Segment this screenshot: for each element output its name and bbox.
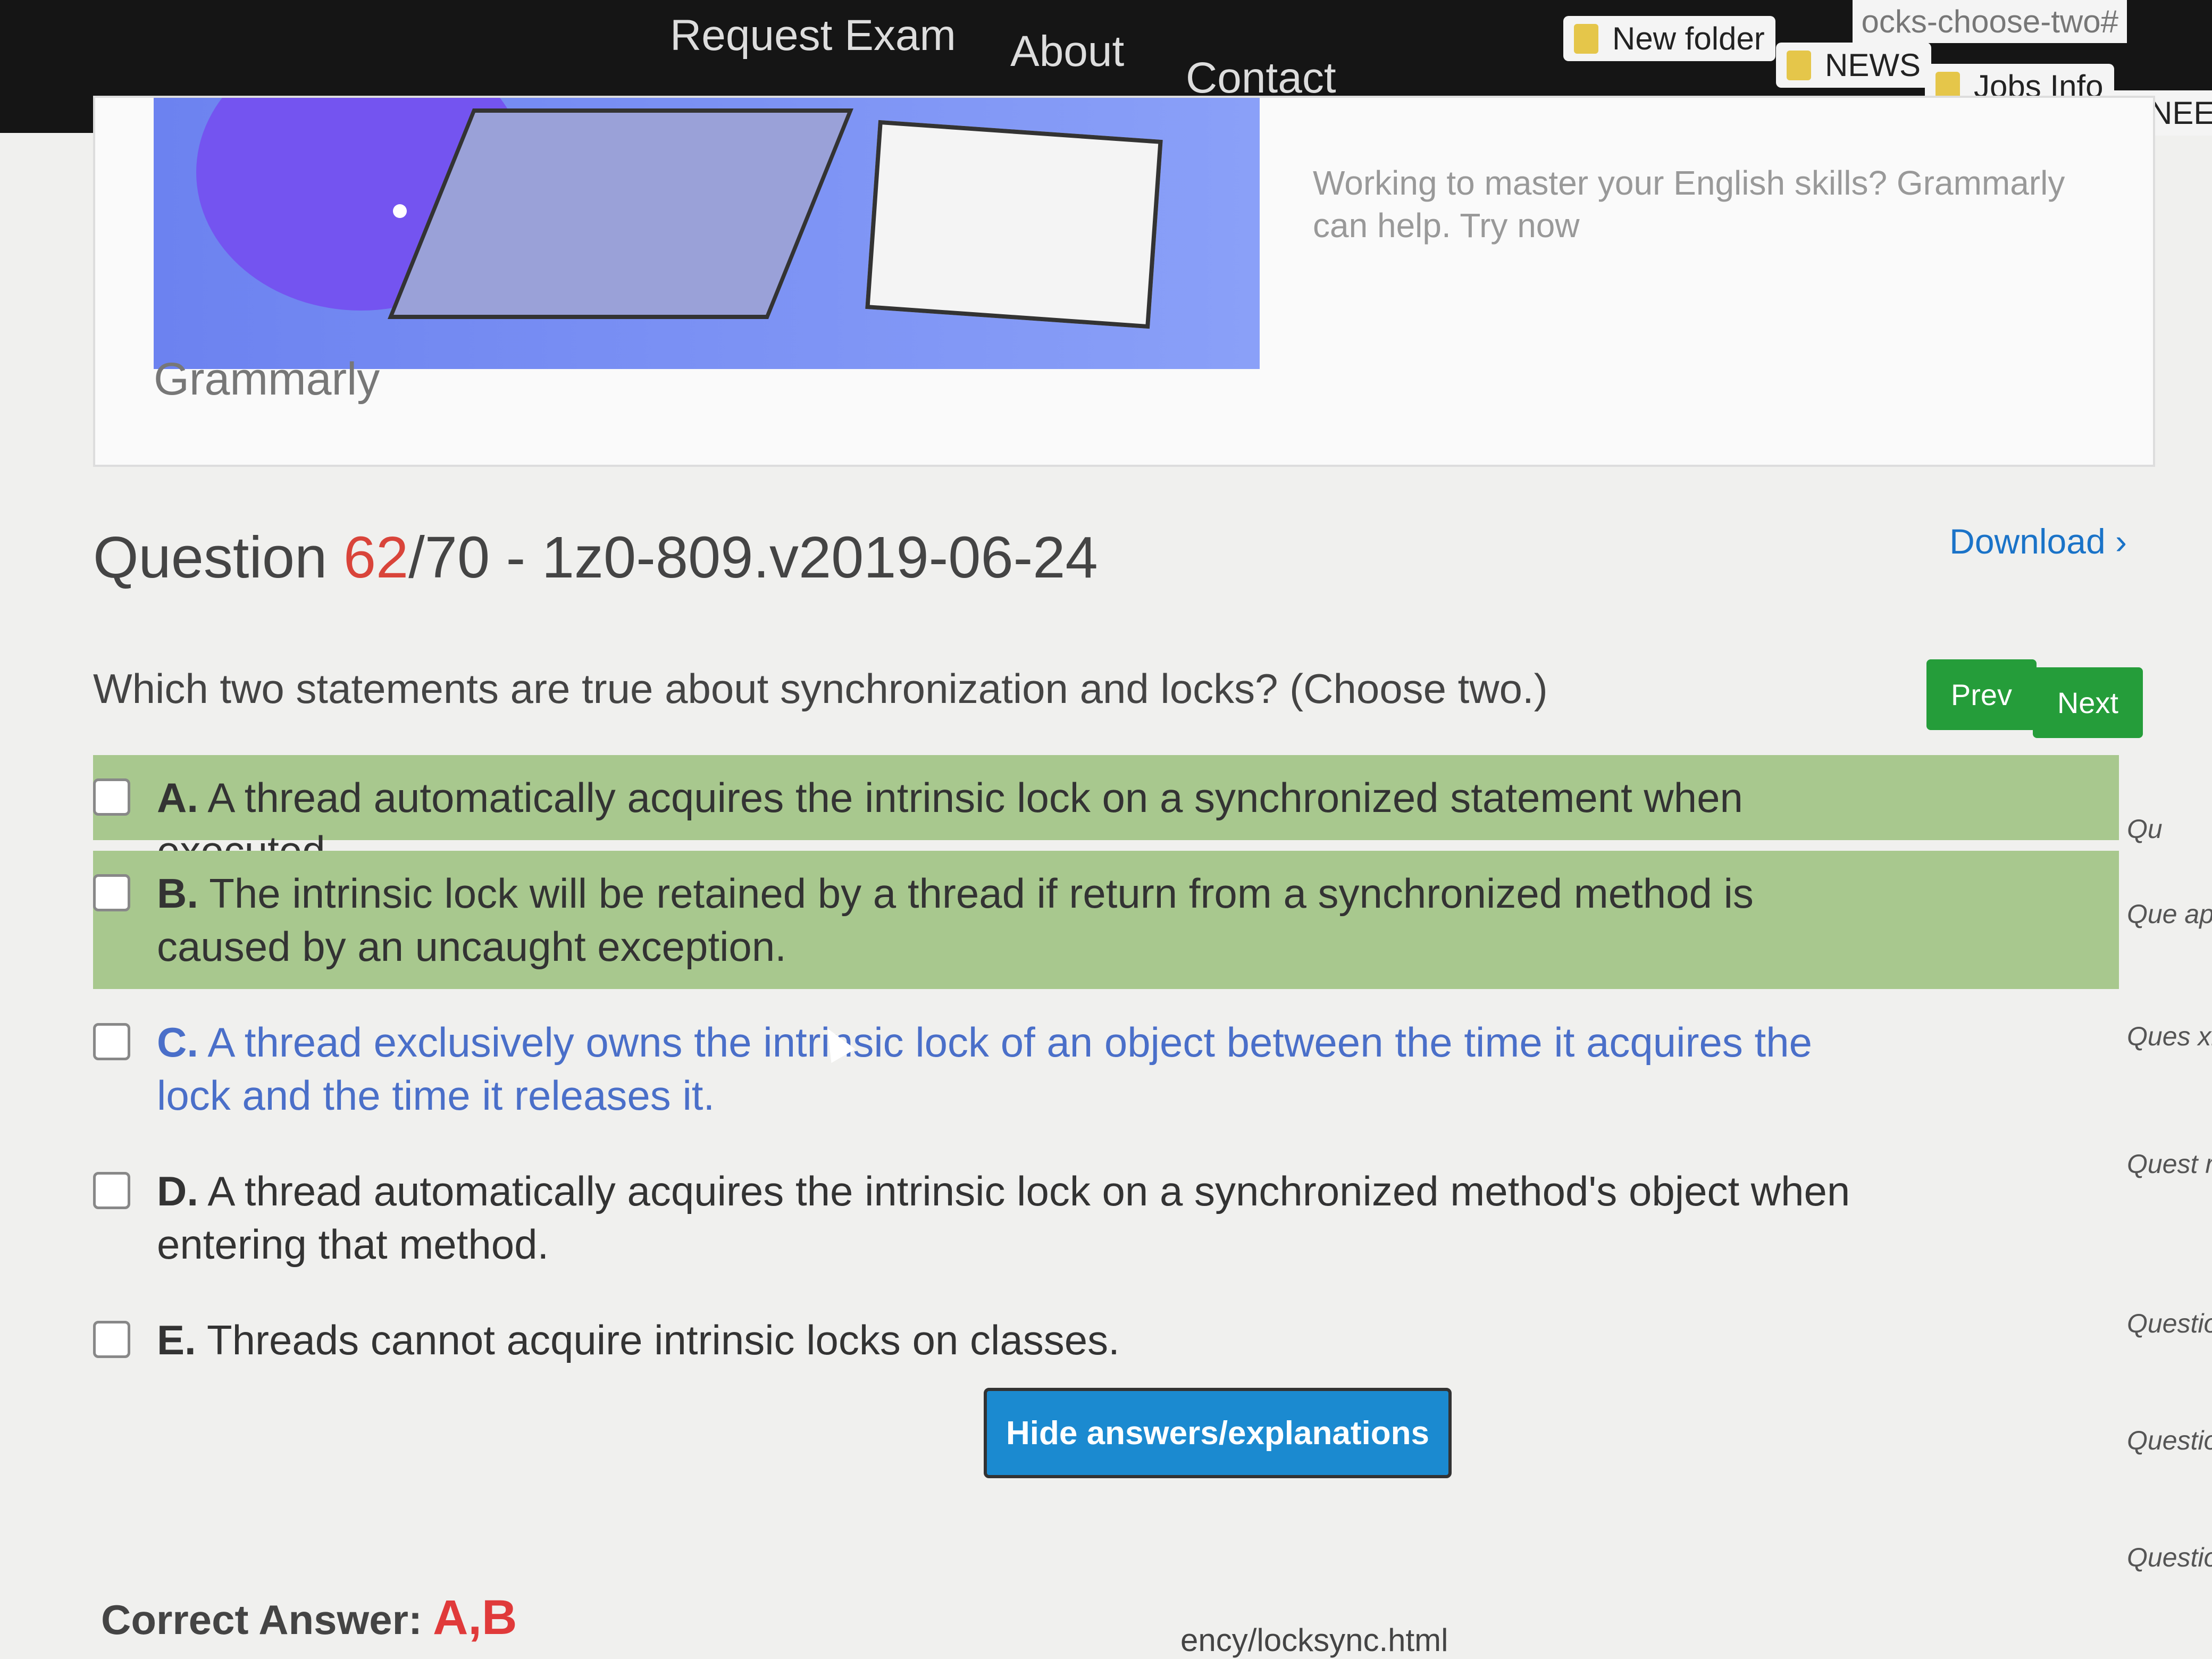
url-bar-fragment[interactable]: ocks-choose-two# <box>1853 0 2127 43</box>
hide-answers-button[interactable]: Hide answers/explanations <box>984 1388 1452 1478</box>
option-c[interactable]: C. A thread exclusively owns the intrins… <box>93 1000 2119 1138</box>
option-e[interactable]: E. Threads cannot acquire intrinsic lock… <box>93 1297 2119 1388</box>
sidebar-item[interactable]: Ques xhibit <box>2127 1021 2212 1052</box>
sidebar-item[interactable]: Quest ragmer when... <box>2127 1149 2212 1179</box>
option-b-text: The intrinsic lock will be retained by a… <box>157 870 1754 970</box>
option-b-checkbox[interactable] <box>93 874 130 911</box>
sidebar-item[interactable]: Questio (Exhibit) <box>2127 1308 2212 1339</box>
option-d[interactable]: D. A thread automatically acquires the i… <box>93 1149 2119 1287</box>
option-a[interactable]: A. A thread automatically acquires the i… <box>93 755 2119 874</box>
grammarly-ad[interactable]: Working to master your English skills? G… <box>93 96 2155 467</box>
nav-about[interactable]: About <box>1010 27 1124 77</box>
option-e-text: Threads cannot acquire intrinsic locks o… <box>206 1317 1120 1363</box>
question-number: 62 <box>343 525 409 590</box>
nav-request-exam[interactable]: Request Exam <box>670 11 956 61</box>
ad-page-shape <box>865 120 1163 329</box>
bookmark-news[interactable]: NEWS <box>1776 43 1931 88</box>
related-questions-sidebar: Qu Que ap& Ques xhibit Quest ragmer when… <box>2127 787 2212 1659</box>
sidebar-item[interactable]: Qu <box>2127 814 2212 844</box>
sidebar-item[interactable]: Question 6 <box>2127 1542 2212 1573</box>
option-c-text: A thread exclusively owns the intrinsic … <box>157 1019 1812 1119</box>
ad-brand: Grammarly <box>154 354 380 405</box>
option-c-checkbox[interactable] <box>93 1023 130 1060</box>
sidebar-item[interactable]: Que ap& <box>2127 899 2212 929</box>
option-d-checkbox[interactable] <box>93 1172 130 1209</box>
option-b[interactable]: B. The intrinsic lock will be retained b… <box>93 851 2119 989</box>
footer-link[interactable]: ency/locksync.html <box>1180 1622 1448 1658</box>
bookmark-new-folder[interactable]: New folder <box>1563 16 1775 61</box>
correct-answer: Correct Answer: A,B <box>101 1590 517 1645</box>
ad-text: Working to master your English skills? G… <box>1313 164 2065 245</box>
folder-icon <box>1574 23 1598 54</box>
option-e-checkbox[interactable] <box>93 1321 130 1358</box>
question-text: Which two statements are true about sync… <box>93 665 1548 712</box>
sidebar-item[interactable]: Question ssible and <box>2127 1425 2212 1456</box>
next-button[interactable]: Next <box>2032 667 2143 738</box>
correct-answer-value: A,B <box>432 1590 517 1645</box>
ad-dot-shape <box>393 204 407 218</box>
option-a-checkbox[interactable] <box>93 778 130 816</box>
folder-icon <box>1787 50 1811 80</box>
question-title: Question 62/70 - 1z0-809.v2019-06-24 <box>93 525 1098 590</box>
prev-button[interactable]: Prev <box>1926 659 2037 730</box>
option-d-text: A thread automatically acquires the intr… <box>157 1168 1850 1268</box>
ad-illustration <box>154 98 1260 369</box>
download-link[interactable]: Download › <box>1949 521 2127 562</box>
